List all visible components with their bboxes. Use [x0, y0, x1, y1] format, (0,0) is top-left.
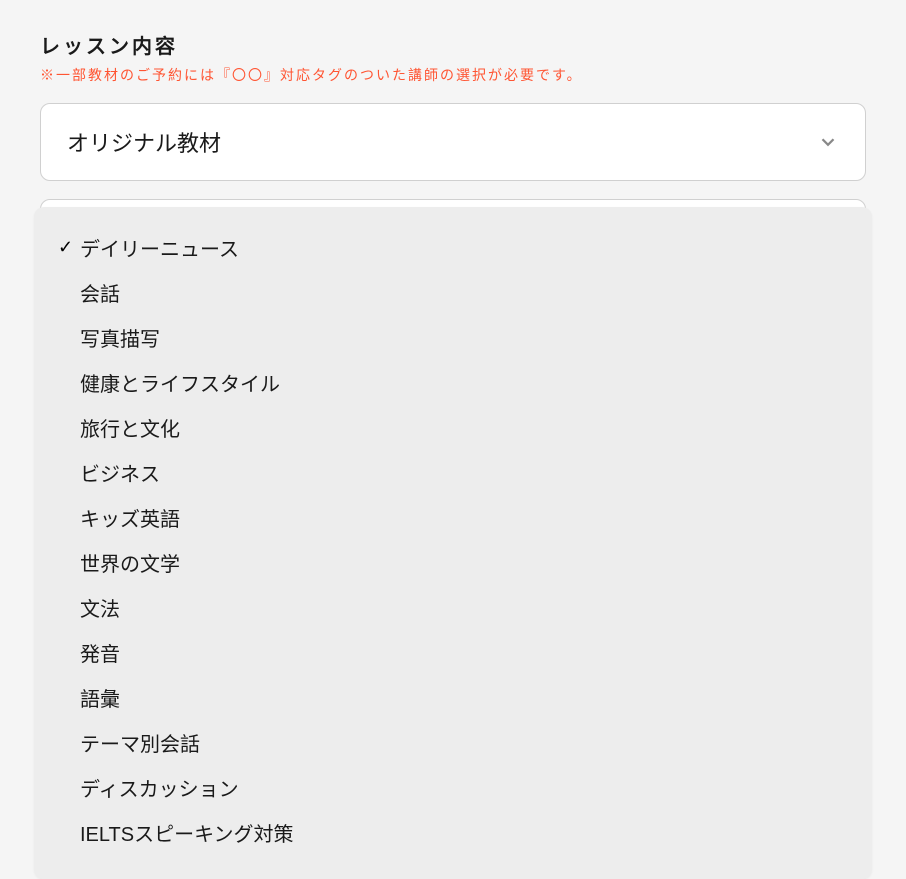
- option-label: IELTSスピーキング対策: [80, 818, 294, 847]
- option-vocabulary[interactable]: 語彙: [34, 675, 872, 720]
- option-theme-conversation[interactable]: テーマ別会話: [34, 720, 872, 765]
- option-business[interactable]: ビジネス: [34, 450, 872, 495]
- option-label: 語彙: [80, 683, 120, 712]
- option-label: ディスカッション: [80, 773, 239, 802]
- category-dropdown-container: ✓ デイリーニュース 会話 写真描写 健康とライフスタイル 旅行と文化 ビ: [40, 199, 866, 267]
- option-grammar[interactable]: 文法: [34, 585, 872, 630]
- option-label: 文法: [80, 593, 120, 622]
- section-label: レッスン内容: [40, 30, 866, 59]
- option-label: 世界の文学: [80, 548, 180, 577]
- category-dropdown-panel[interactable]: ✓ デイリーニュース 会話 写真描写 健康とライフスタイル 旅行と文化 ビ: [34, 207, 872, 879]
- option-label: キッズ英語: [80, 503, 180, 532]
- option-kids-english[interactable]: キッズ英語: [34, 495, 872, 540]
- option-world-literature[interactable]: 世界の文学: [34, 540, 872, 585]
- option-label: 写真描写: [80, 323, 160, 352]
- option-label: ビジネス: [80, 458, 160, 487]
- option-photo-description[interactable]: 写真描写: [34, 315, 872, 360]
- option-label: デイリーニュース: [80, 233, 239, 262]
- option-label: 発音: [80, 638, 120, 667]
- option-health-lifestyle[interactable]: 健康とライフスタイル: [34, 360, 872, 405]
- check-icon: ✓: [58, 237, 80, 258]
- option-travel-culture[interactable]: 旅行と文化: [34, 405, 872, 450]
- option-label: 旅行と文化: [80, 413, 180, 442]
- option-label: 健康とライフスタイル: [80, 368, 280, 397]
- notice-text: ※一部教材のご予約には『〇〇』対応タグのついた講師の選択が必要です。: [40, 65, 866, 85]
- option-label: 会話: [80, 278, 120, 307]
- chevron-down-icon: [817, 131, 839, 153]
- material-select[interactable]: オリジナル教材: [40, 103, 866, 181]
- option-ielts-speaking[interactable]: IELTSスピーキング対策: [34, 810, 872, 855]
- option-daily-news[interactable]: ✓ デイリーニュース: [34, 225, 872, 270]
- option-conversation[interactable]: 会話: [34, 270, 872, 315]
- option-discussion[interactable]: ディスカッション: [34, 765, 872, 810]
- option-label: テーマ別会話: [80, 728, 200, 757]
- material-select-value: オリジナル教材: [67, 126, 221, 158]
- option-pronunciation[interactable]: 発音: [34, 630, 872, 675]
